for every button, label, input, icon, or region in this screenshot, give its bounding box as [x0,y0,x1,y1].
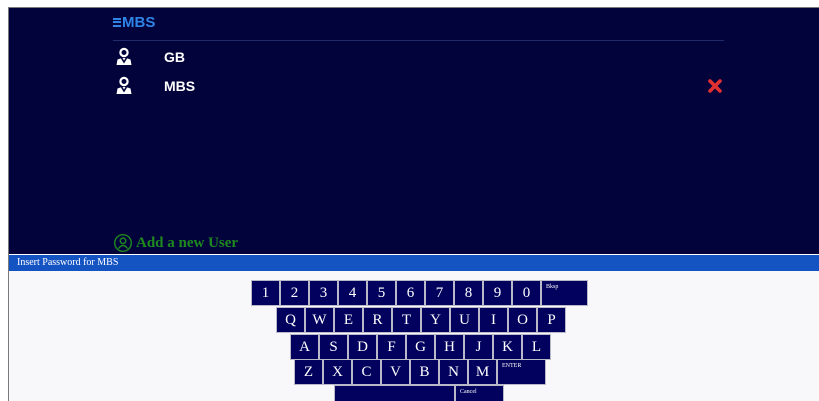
key-2[interactable]: 2 [280,280,309,306]
cancel-key[interactable]: Cancel [455,385,504,401]
key-8[interactable]: 8 [454,280,483,306]
backspace-key[interactable]: Bksp [541,280,588,306]
user-name: MBS [164,78,196,94]
user-icon [114,76,134,96]
user-selection-panel: MBS GB MBS Add a new User [9,8,819,254]
key-a[interactable]: A [290,334,319,360]
enter-key[interactable]: ENTER [497,359,546,385]
key-6[interactable]: 6 [396,280,425,306]
key-h[interactable]: H [435,334,464,360]
key-l[interactable]: L [522,334,551,360]
key-z[interactable]: Z [294,359,323,385]
user-name: GB [164,49,185,65]
key-i[interactable]: I [479,307,508,333]
key-5[interactable]: 5 [367,280,396,306]
key-t[interactable]: T [392,307,421,333]
app-window: MBS GB MBS Add a new User Insert Passwor… [8,7,819,401]
add-user-button[interactable]: Add a new User [113,233,238,253]
mbs-logo: MBS [113,13,156,31]
header-divider [113,40,724,41]
key-n[interactable]: N [439,359,468,385]
key-d[interactable]: D [348,334,377,360]
add-user-icon [113,233,133,253]
logo-lines-icon [113,17,121,27]
space-key[interactable] [334,385,455,401]
user-row-mbs[interactable]: MBS [113,72,733,100]
key-f[interactable]: F [377,334,406,360]
key-j[interactable]: J [464,334,493,360]
key-r[interactable]: R [363,307,392,333]
key-w[interactable]: W [305,307,334,333]
onscreen-keyboard: 1 2 3 4 5 6 7 8 9 0 Bksp Q W E R T Y U I O P A S D F G H J K L Z X C V B N M… [9,271,819,401]
key-0[interactable]: 0 [512,280,541,306]
key-x[interactable]: X [323,359,352,385]
key-c[interactable]: C [352,359,381,385]
key-u[interactable]: U [450,307,479,333]
logo-text: MBS [122,13,156,31]
key-y[interactable]: Y [421,307,450,333]
key-o[interactable]: O [508,307,537,333]
add-user-label: Add a new User [136,234,239,251]
key-b[interactable]: B [410,359,439,385]
password-prompt-bar: Insert Password for MBS [9,255,819,271]
user-icon [114,47,134,67]
key-k[interactable]: K [493,334,522,360]
key-p[interactable]: P [537,307,566,333]
password-prompt-text: Insert Password for MBS [17,257,119,268]
key-1[interactable]: 1 [251,280,280,306]
key-7[interactable]: 7 [425,280,454,306]
user-row-gb[interactable]: GB [113,43,733,71]
key-3[interactable]: 3 [309,280,338,306]
key-q[interactable]: Q [276,307,305,333]
delete-user-icon[interactable] [707,78,723,94]
key-v[interactable]: V [381,359,410,385]
key-m[interactable]: M [468,359,497,385]
key-g[interactable]: G [406,334,435,360]
key-s[interactable]: S [319,334,348,360]
key-9[interactable]: 9 [483,280,512,306]
key-e[interactable]: E [334,307,363,333]
key-4[interactable]: 4 [338,280,367,306]
